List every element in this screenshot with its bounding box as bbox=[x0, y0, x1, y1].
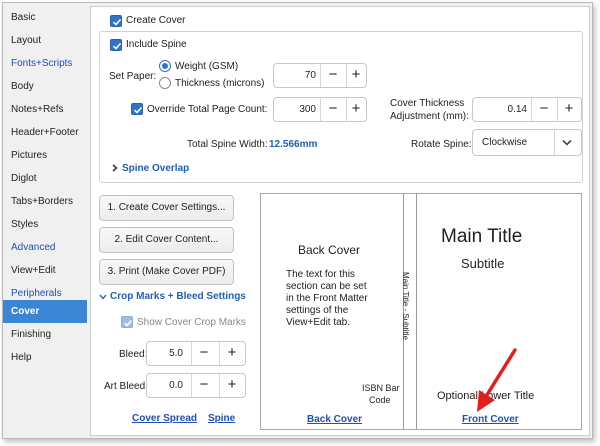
bleed-label: Bleed: bbox=[119, 349, 148, 360]
page-count-minus-button[interactable]: − bbox=[320, 98, 346, 121]
page-count-stepper: 300 − + bbox=[273, 97, 367, 122]
page-count-value[interactable]: 300 bbox=[278, 98, 316, 121]
thickness-radio[interactable] bbox=[159, 77, 171, 89]
crop-marks-expander[interactable]: Crop Marks + Bleed Settings bbox=[110, 291, 246, 302]
cover-thickness-minus-button[interactable]: − bbox=[531, 98, 557, 121]
edit-cover-content-button[interactable]: 2. Edit Cover Content... bbox=[99, 227, 234, 253]
back-cover-title: Back Cover bbox=[298, 243, 361, 257]
sidebar-item-header-footer[interactable]: Header+Footer bbox=[3, 121, 87, 144]
paper-plus-button[interactable]: + bbox=[346, 64, 366, 87]
sidebar-item-finishing[interactable]: Finishing bbox=[3, 323, 87, 346]
sidebar: Basic Layout Fonts+Scripts Body Notes+Re… bbox=[3, 3, 87, 438]
total-spine-width-value: 12.566mm bbox=[269, 139, 318, 150]
chevron-down-icon[interactable] bbox=[99, 294, 107, 300]
bleed-minus-button[interactable]: − bbox=[191, 342, 217, 365]
set-paper-label: Set Paper: bbox=[109, 71, 157, 82]
back-cover-text-2: section can be set bbox=[286, 281, 367, 292]
rotate-spine-select[interactable]: Clockwise bbox=[472, 129, 582, 156]
override-page-count-label: Override Total Page Count: bbox=[147, 104, 268, 115]
thickness-label: Thickness (microns) bbox=[175, 78, 265, 89]
sidebar-item-advanced[interactable]: Advanced bbox=[3, 236, 87, 259]
art-bleed-label: Art Bleed: bbox=[104, 381, 148, 392]
check-icon bbox=[112, 18, 122, 26]
rotate-spine-label: Rotate Spine: bbox=[411, 139, 472, 150]
art-bleed-plus-button[interactable]: + bbox=[219, 374, 245, 397]
cover-thickness-plus-button[interactable]: + bbox=[557, 98, 581, 121]
back-cover-text-4: settings of the bbox=[286, 305, 349, 316]
sidebar-item-fonts-scripts[interactable]: Fonts+Scripts bbox=[3, 52, 87, 75]
subtitle: Subtitle bbox=[461, 256, 505, 271]
cover-thickness-label: Cover Thickness bbox=[390, 98, 465, 109]
paper-value[interactable]: 70 bbox=[278, 64, 316, 87]
create-cover-checkbox[interactable] bbox=[110, 15, 122, 27]
cover-spread-link[interactable]: Cover Spread bbox=[132, 413, 197, 424]
isbn-label-1: ISBN Bar bbox=[362, 383, 400, 393]
check-icon bbox=[112, 42, 122, 50]
art-bleed-stepper: 0.0 − + bbox=[146, 373, 246, 398]
check-icon bbox=[133, 106, 143, 114]
cover-thickness-value[interactable]: 0.14 bbox=[477, 98, 527, 121]
check-icon bbox=[123, 319, 133, 327]
paper-minus-button[interactable]: − bbox=[320, 64, 346, 87]
chevron-right-icon[interactable] bbox=[112, 164, 118, 172]
art-bleed-value[interactable]: 0.0 bbox=[151, 374, 183, 397]
sidebar-item-notes-refs[interactable]: Notes+Refs bbox=[3, 98, 87, 121]
override-page-count-checkbox[interactable] bbox=[131, 103, 143, 115]
sidebar-item-view-edit[interactable]: View+Edit bbox=[3, 259, 87, 282]
show-crop-marks-label: Show Cover Crop Marks bbox=[137, 317, 246, 328]
show-crop-marks-checkbox[interactable] bbox=[121, 316, 133, 328]
spine-text: Main Title - Subtitle bbox=[401, 272, 410, 341]
total-spine-width-label: Total Spine Width: bbox=[187, 139, 268, 150]
spine-link[interactable]: Spine bbox=[208, 413, 235, 424]
back-cover-text-5: View+Edit tab. bbox=[286, 317, 351, 328]
bleed-value[interactable]: 5.0 bbox=[151, 342, 183, 365]
sidebar-item-basic[interactable]: Basic bbox=[3, 6, 87, 29]
sidebar-item-pictures[interactable]: Pictures bbox=[3, 144, 87, 167]
isbn-label-2: Code bbox=[369, 395, 391, 405]
sidebar-item-layout[interactable]: Layout bbox=[3, 29, 87, 52]
sidebar-item-help[interactable]: Help bbox=[3, 346, 87, 369]
cover-thickness-stepper: 0.14 − + bbox=[472, 97, 582, 122]
create-cover-label: Create Cover bbox=[126, 15, 186, 26]
art-bleed-minus-button[interactable]: − bbox=[191, 374, 217, 397]
settings-window: Basic Layout Fonts+Scripts Body Notes+Re… bbox=[2, 2, 593, 439]
page-count-plus-button[interactable]: + bbox=[346, 98, 366, 121]
main-title: Main Title bbox=[441, 226, 523, 247]
cover-thickness-label-2: Adjustment (mm): bbox=[390, 111, 469, 122]
paper-stepper: 70 − + bbox=[273, 63, 367, 88]
chevron-down-icon bbox=[562, 139, 572, 146]
bleed-plus-button[interactable]: + bbox=[219, 342, 245, 365]
rotate-spine-value: Clockwise bbox=[482, 137, 528, 148]
spine-overlap-expander[interactable]: Spine Overlap bbox=[122, 163, 189, 174]
include-spine-label: Include Spine bbox=[126, 39, 187, 50]
sidebar-item-tabs-borders[interactable]: Tabs+Borders bbox=[3, 190, 87, 213]
back-cover-text-3: in the Front Matter bbox=[286, 293, 368, 304]
sidebar-item-styles[interactable]: Styles bbox=[3, 213, 87, 236]
create-cover-settings-button[interactable]: 1. Create Cover Settings... bbox=[99, 195, 234, 221]
sidebar-item-diglot[interactable]: Diglot bbox=[3, 167, 87, 190]
back-cover-link[interactable]: Back Cover bbox=[307, 414, 362, 425]
weight-label: Weight (GSM) bbox=[175, 61, 239, 72]
include-spine-checkbox[interactable] bbox=[110, 39, 122, 51]
back-cover-text-1: The text for this bbox=[286, 269, 355, 280]
sidebar-item-cover[interactable]: Cover bbox=[3, 300, 87, 323]
bleed-stepper: 5.0 − + bbox=[146, 341, 246, 366]
print-cover-pdf-button[interactable]: 3. Print (Make Cover PDF) bbox=[99, 259, 234, 285]
cover-preview: Back Cover The text for this section can… bbox=[260, 193, 582, 430]
red-arrow-icon bbox=[477, 348, 517, 412]
weight-radio[interactable] bbox=[159, 60, 171, 72]
sidebar-item-body[interactable]: Body bbox=[3, 75, 87, 98]
